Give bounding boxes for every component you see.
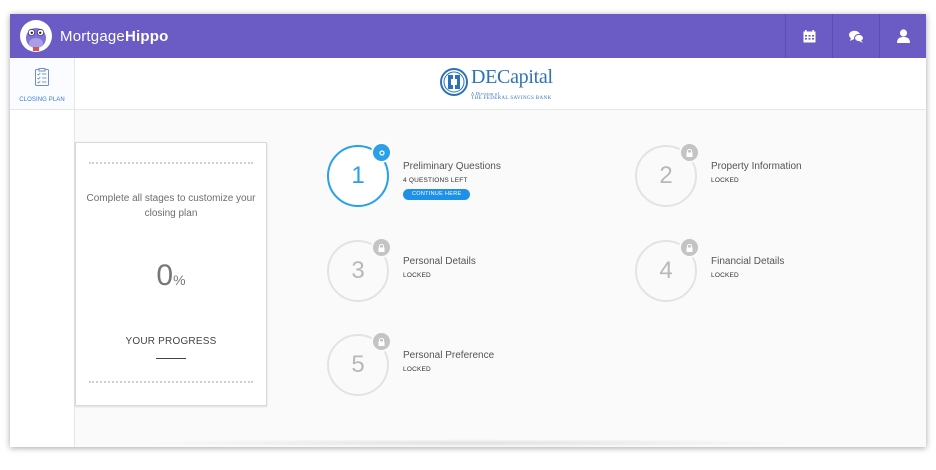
- lock-icon: [686, 243, 693, 252]
- active-dot-badge: [371, 142, 392, 163]
- progress-message: Complete all stages to customize your cl…: [86, 193, 256, 219]
- dot-icon: [378, 149, 385, 156]
- stage-status: LOCKED: [403, 272, 431, 279]
- hippo-logo-icon: [20, 20, 52, 52]
- stage-title: Property Information: [711, 161, 802, 172]
- progress-percent-unit: %: [173, 272, 186, 288]
- stage-2: 2 Property Information LOCKED: [635, 142, 895, 207]
- stage-title: Personal Details: [403, 256, 476, 267]
- top-bar: MortgageHippo: [10, 14, 926, 58]
- partner-header: DECapital A Division of THE FEDERAL SAVI…: [75, 58, 926, 110]
- topbar-actions: [785, 14, 926, 58]
- progress-label: YOUR PROGRESS: [125, 336, 217, 347]
- stage-number: 4: [659, 257, 673, 284]
- brand-name: MortgageHippo: [60, 28, 168, 45]
- stage-4: 4 Financial Details LOCKED: [635, 237, 895, 302]
- sidebar-item-label: CLOSING PLAN: [19, 97, 65, 103]
- stage-3: 3 Personal Details LOCKED: [327, 237, 587, 302]
- partner-emblem-icon: [440, 68, 468, 96]
- divider: [89, 381, 253, 383]
- lock-icon: [378, 243, 385, 252]
- footer-shadow: [130, 439, 810, 447]
- stage-number: 2: [659, 162, 673, 189]
- sidebar: CLOSING PLAN: [10, 58, 75, 447]
- progress-percent: 0%: [76, 259, 266, 293]
- progress-percent-value: 0: [156, 259, 174, 292]
- partner-logo: DECapital A Division of THE FEDERAL SAVI…: [440, 66, 560, 102]
- stage-title: Personal Preference: [403, 350, 495, 361]
- partner-subname: THE FEDERAL SAVINGS BANK: [471, 96, 552, 101]
- stage-status: LOCKED: [711, 272, 739, 279]
- stage-status: 4 QUESTIONS LEFT: [403, 177, 468, 184]
- lock-icon: [378, 337, 385, 346]
- sidebar-item-closing-plan[interactable]: CLOSING PLAN: [10, 58, 74, 110]
- progress-card: Complete all stages to customize your cl…: [75, 142, 267, 406]
- profile-button[interactable]: [879, 14, 926, 58]
- stage-title: Preliminary Questions: [403, 161, 501, 172]
- lock-badge: [679, 237, 700, 258]
- stage-number: 1: [351, 162, 365, 189]
- progress-underline: [156, 358, 186, 359]
- lock-badge: [679, 142, 700, 163]
- divider: [89, 162, 253, 164]
- stage-1[interactable]: 1 Preliminary Questions 4 QUESTIONS LEFT…: [327, 142, 587, 207]
- brand-name-bold: Hippo: [124, 27, 169, 45]
- stage-title: Financial Details: [711, 256, 785, 267]
- stage-5: 5 Personal Preference LOCKED: [327, 331, 587, 396]
- brand[interactable]: MortgageHippo: [20, 20, 168, 52]
- stage-status: LOCKED: [711, 177, 739, 184]
- app-window: MortgageHippo CLOSING PLAN DECapital A D…: [10, 14, 926, 447]
- lock-badge: [371, 331, 392, 352]
- lock-icon: [686, 148, 693, 157]
- chat-button[interactable]: [832, 14, 879, 58]
- continue-here-button[interactable]: CONTINUE HERE: [403, 189, 471, 200]
- partner-name: DECapital: [471, 66, 553, 88]
- stage-status: LOCKED: [403, 366, 431, 373]
- stage-number: 3: [351, 257, 365, 284]
- lock-badge: [371, 237, 392, 258]
- chat-icon: [848, 30, 864, 43]
- stage-number: 5: [351, 351, 365, 378]
- checklist-icon: [35, 68, 49, 86]
- calendar-icon: [803, 29, 815, 42]
- user-icon: [896, 29, 910, 43]
- brand-name-light: Mortgage: [60, 27, 125, 45]
- calendar-button[interactable]: [785, 14, 832, 58]
